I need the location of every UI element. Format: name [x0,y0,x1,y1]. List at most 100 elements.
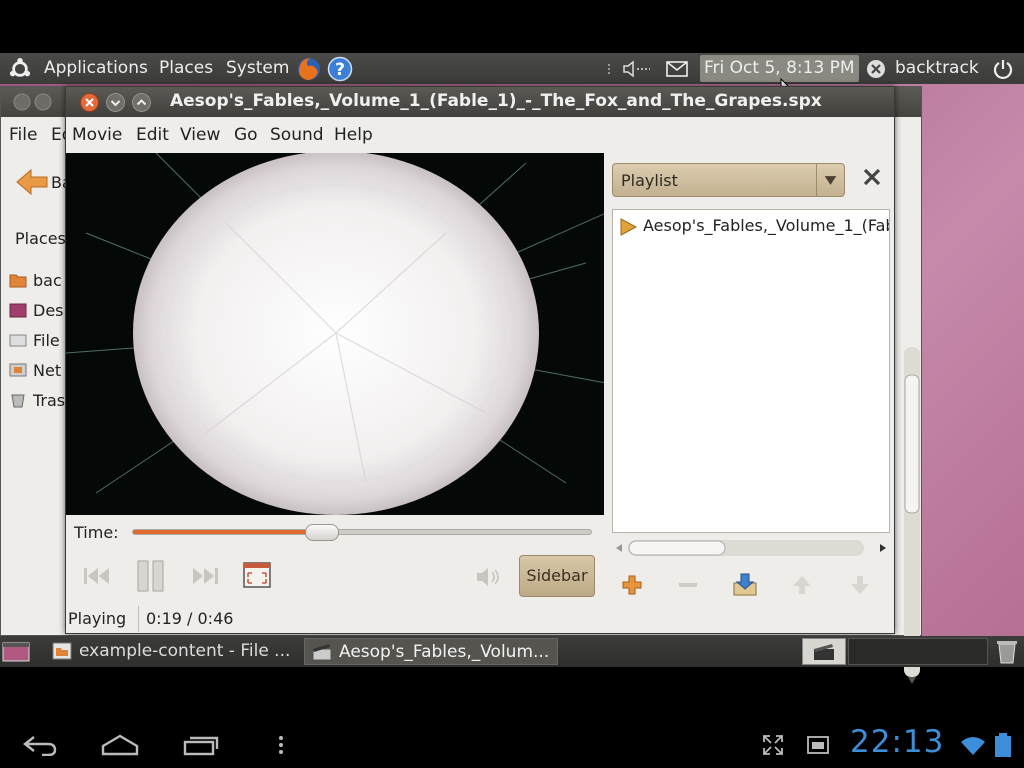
firefox-icon[interactable] [296,56,322,82]
desktop-icon [9,303,27,318]
svg-text:?: ? [335,60,345,80]
back-icon[interactable] [22,734,58,756]
window-title: Aesop's_Fables,_Volume_1_(Fable_1)_-_The… [170,91,822,111]
volume-icon[interactable] [622,60,652,78]
menu-dots-icon[interactable] [276,734,286,756]
window-controls-icon[interactable] [13,93,63,111]
dropdown-arrow-icon [816,164,837,196]
taskbar-item-file-manager[interactable]: example-content - File ... [45,638,299,665]
mail-icon[interactable] [666,61,688,77]
playlist-toolbar [612,565,890,605]
next-track-icon[interactable] [188,561,222,591]
time-row: Time: [66,517,604,549]
taskbar-item-label: example-content - File ... [79,641,291,661]
fm-place-filesystem[interactable]: File [9,331,67,353]
video-area[interactable] [66,153,604,515]
pause-icon[interactable] [134,557,168,595]
power-icon[interactable] [992,58,1014,80]
time-label: Time: [74,523,119,542]
previous-track-icon[interactable] [80,561,114,591]
playlist-horizontal-scrollbar[interactable] [612,537,890,559]
status-bar: Playing 0:19 / 0:46 [66,604,604,634]
taskbar-item-label: Aesop's_Fables,_Volum... [339,642,550,662]
panel-handle-icon [608,64,610,74]
save-playlist-icon[interactable] [732,571,758,597]
battery-icon [995,733,1011,757]
screen-expand-icon[interactable] [762,734,784,756]
close-window-icon[interactable] [80,93,99,112]
trash-applet-icon[interactable] [996,639,1018,664]
fm-places-header: Places [15,229,66,248]
move-up-icon[interactable] [790,573,814,597]
playlist-item[interactable]: Aesop's_Fables,_Volume_1_(Fable_1)_-_The… [643,216,889,235]
fm-place-label: Des [33,301,64,320]
maximize-window-icon[interactable] [132,93,151,112]
minimize-window-icon[interactable] [106,93,125,112]
places-menu[interactable]: Places [159,53,213,84]
add-icon[interactable] [620,573,644,597]
taskbar-item-movie-player[interactable]: Aesop's_Fables,_Volum... [304,638,558,665]
movie-player-titlebar[interactable]: Aesop's_Fables,_Volume_1_(Fable_1)_-_The… [66,87,894,117]
audio-visualization [66,153,604,515]
ubuntu-logo-icon[interactable] [8,58,32,80]
help-icon[interactable]: ? [327,56,353,82]
sidebar-selector-value: Playlist [621,171,678,190]
show-desktop-icon[interactable] [2,642,30,662]
menu-sound[interactable]: Sound [270,125,324,145]
fm-place-label: Net [33,361,62,380]
menu-help[interactable]: Help [334,125,373,145]
now-playing-icon [620,218,637,236]
menu-go[interactable]: Go [234,125,258,145]
movie-player-task-icon [312,644,332,661]
movie-player-menubar: Movie Edit View Go Sound Help [66,117,894,153]
fm-place-network[interactable]: Net [9,361,67,383]
fm-place-label: File [33,331,60,350]
fullscreen-icon[interactable] [242,561,272,589]
applications-menu[interactable]: Applications [44,53,148,84]
folder-icon [9,274,27,288]
fm-place-desktop[interactable]: Des [9,301,67,323]
fm-menu-file[interactable]: File [9,125,37,145]
user-status-icon[interactable] [866,59,886,79]
playlist-list[interactable]: Aesop's_Fables,_Volume_1_(Fable_1)_-_The… [612,209,890,533]
clapperboard-icon [814,644,834,660]
menu-view[interactable]: View [180,125,220,145]
sidebar-selector-dropdown[interactable]: Playlist [612,163,845,197]
screenshot-icon[interactable] [806,734,830,756]
recent-apps-icon[interactable] [182,734,220,756]
fm-place-trash[interactable]: Tras [9,391,67,413]
home-icon[interactable] [100,734,140,756]
menu-movie[interactable]: Movie [72,125,122,145]
harddisk-icon [9,334,27,347]
trash-icon [11,394,25,408]
workspace-switcher[interactable] [802,638,846,665]
close-sidebar-icon[interactable] [862,167,882,187]
wifi-icon [961,737,985,755]
top-panel: Applications Places System ? Fri Oct 5, … [0,53,1024,84]
playlist-sidebar: Playlist Aesop's_Fables,_Volume_1_(Fable… [604,153,894,633]
android-clock: 22:13 [850,724,945,760]
sidebar-toggle-button[interactable]: Sidebar [519,555,595,597]
status-separator [138,606,139,632]
remove-icon[interactable] [676,573,700,597]
fm-place-home[interactable]: bac [9,271,67,293]
network-icon [9,363,27,377]
system-menu[interactable]: System [226,53,289,84]
workspace-2[interactable] [848,638,988,665]
seek-bar-handle[interactable] [305,524,340,541]
playback-status: Playing [68,609,127,628]
volume-button-icon[interactable] [474,565,504,589]
back-arrow-icon[interactable] [15,167,49,197]
file-manager-sidebar: Ba Places bac Des File Net Tras [1,153,72,635]
bottom-panel: example-content - File ... Aesop's_Fable… [0,636,1024,667]
move-down-icon[interactable] [848,573,872,597]
fm-place-label: Tras [33,391,66,410]
fm-place-label: bac [33,271,62,290]
seek-bar-progress [133,530,323,534]
user-name[interactable]: backtrack [895,53,979,84]
menu-edit[interactable]: Edit [136,125,169,145]
seek-bar[interactable] [132,524,592,541]
file-manager-task-icon [52,642,72,660]
playback-position: 0:19 / 0:46 [146,609,234,628]
movie-player-window[interactable]: Aesop's_Fables,_Volume_1_(Fable_1)_-_The… [65,86,895,634]
